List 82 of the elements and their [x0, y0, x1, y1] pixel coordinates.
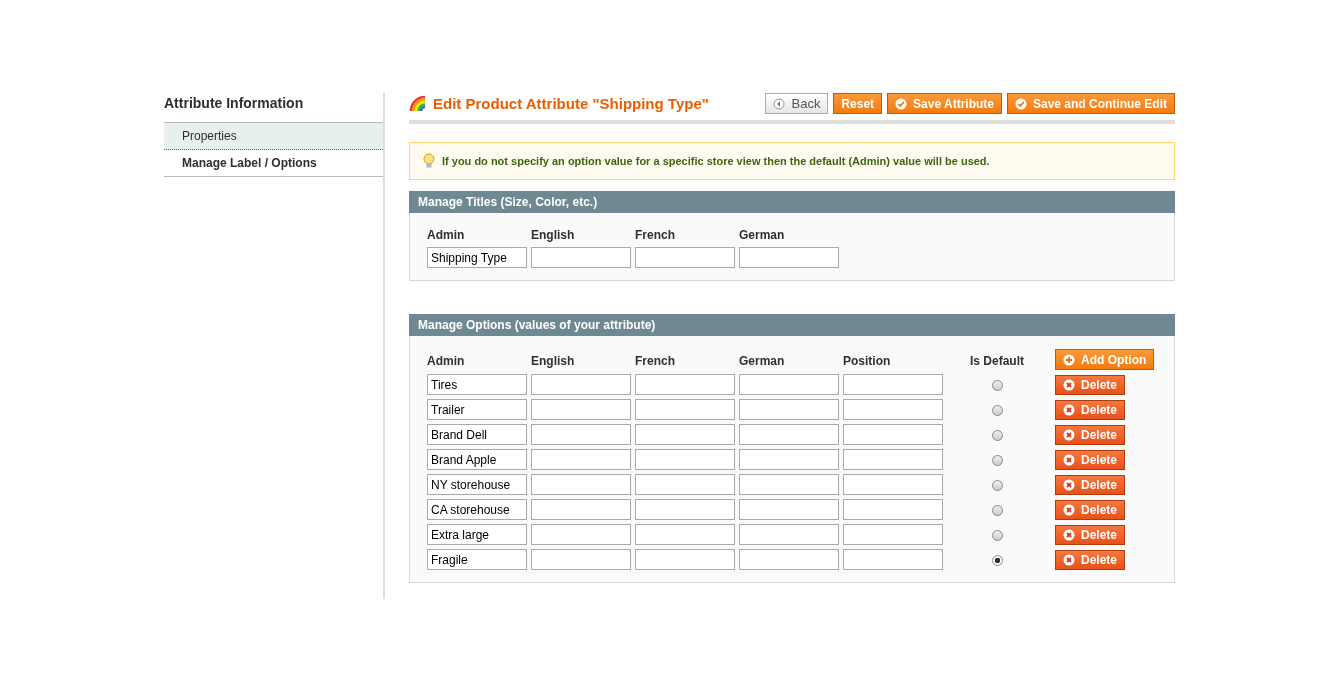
- input-field[interactable]: Extra large: [427, 524, 527, 545]
- close-icon: [1063, 553, 1075, 566]
- column-header: English: [531, 227, 576, 242]
- input-field[interactable]: [635, 524, 735, 545]
- close-icon: [1063, 378, 1075, 391]
- column-header: Position: [843, 352, 892, 368]
- input-field[interactable]: [635, 499, 735, 520]
- input-field[interactable]: [635, 474, 735, 495]
- page-title: Edit Product Attribute "Shipping Type": [433, 95, 710, 112]
- input-field[interactable]: [635, 399, 735, 420]
- input-field[interactable]: Tires: [427, 374, 527, 395]
- input-field[interactable]: [531, 524, 631, 545]
- input-field[interactable]: [843, 549, 943, 570]
- input-field[interactable]: [531, 399, 631, 420]
- input-field[interactable]: [531, 449, 631, 470]
- input-field[interactable]: [531, 424, 631, 445]
- input-field[interactable]: [739, 424, 839, 445]
- input-field[interactable]: [843, 424, 943, 445]
- input-field[interactable]: [531, 374, 631, 395]
- input-field[interactable]: [843, 474, 943, 495]
- input-field[interactable]: Shipping Type: [427, 247, 527, 268]
- column-header: Is Default: [969, 352, 1025, 368]
- radio-button[interactable]: [991, 379, 1003, 391]
- section-header: Manage Titles (Size, Color, etc.): [409, 191, 1175, 213]
- input-field[interactable]: [739, 449, 839, 470]
- input-field[interactable]: Trailer: [427, 399, 527, 420]
- input-field[interactable]: [843, 374, 943, 395]
- radio-button[interactable]: [991, 504, 1003, 516]
- radio-button[interactable]: [991, 429, 1003, 441]
- column-header: German: [739, 227, 786, 242]
- input-field[interactable]: [739, 549, 839, 570]
- checkmark-icon: [895, 97, 908, 110]
- input-field[interactable]: [739, 499, 839, 520]
- input-field[interactable]: [635, 424, 735, 445]
- input-field[interactable]: [635, 449, 735, 470]
- close-icon: [1063, 428, 1075, 441]
- plus-icon: [1063, 353, 1075, 366]
- sidebar-title: Attribute Information: [164, 94, 305, 113]
- radio-button[interactable]: [991, 479, 1003, 491]
- input-field[interactable]: [531, 499, 631, 520]
- notice-text: If you do not specify an option value for a specific store view then the default (Admin) value will be used.: [442, 155, 990, 167]
- input-field[interactable]: [843, 449, 943, 470]
- input-field[interactable]: [843, 524, 943, 545]
- input-field[interactable]: [531, 474, 631, 495]
- lightbulb-icon: [422, 153, 436, 169]
- close-icon: [1063, 403, 1075, 416]
- input-field[interactable]: [843, 499, 943, 520]
- close-icon: [1063, 478, 1075, 491]
- section-header: Manage Options (values of your attribute): [409, 314, 1175, 336]
- checkmark-icon: [1015, 97, 1027, 110]
- input-field[interactable]: [635, 374, 735, 395]
- input-field[interactable]: [843, 399, 943, 420]
- column-header: Admin: [427, 352, 466, 368]
- close-icon: [1063, 528, 1075, 541]
- rainbow-icon: [409, 94, 427, 113]
- input-field[interactable]: [739, 524, 839, 545]
- input-field[interactable]: NY storehouse: [427, 474, 527, 495]
- column-header: Admin: [427, 227, 466, 242]
- input-field[interactable]: Brand Apple: [427, 449, 527, 470]
- input-field[interactable]: [739, 247, 839, 268]
- column-header: French: [635, 352, 676, 368]
- column-header: German: [739, 352, 786, 368]
- radio-button[interactable]: [991, 454, 1003, 466]
- column-header: English: [531, 352, 576, 368]
- close-icon: [1063, 453, 1075, 466]
- radio-button[interactable]: [991, 529, 1003, 541]
- input-field[interactable]: [635, 549, 735, 570]
- input-field[interactable]: [531, 549, 631, 570]
- input-field[interactable]: Fragile: [427, 549, 527, 570]
- input-field[interactable]: [739, 399, 839, 420]
- input-field[interactable]: [531, 247, 631, 268]
- back-button[interactable]: Back: [765, 93, 829, 114]
- radio-button[interactable]: [991, 554, 1003, 566]
- sidebar-tab[interactable]: Properties: [164, 122, 383, 150]
- input-field[interactable]: Brand Dell: [427, 424, 527, 445]
- column-header: French: [635, 227, 676, 242]
- input-field[interactable]: [739, 474, 839, 495]
- radio-button[interactable]: [991, 404, 1003, 416]
- close-icon: [1063, 503, 1075, 516]
- input-field[interactable]: [635, 247, 735, 268]
- input-field[interactable]: [739, 374, 839, 395]
- input-field[interactable]: CA storehouse: [427, 499, 527, 520]
